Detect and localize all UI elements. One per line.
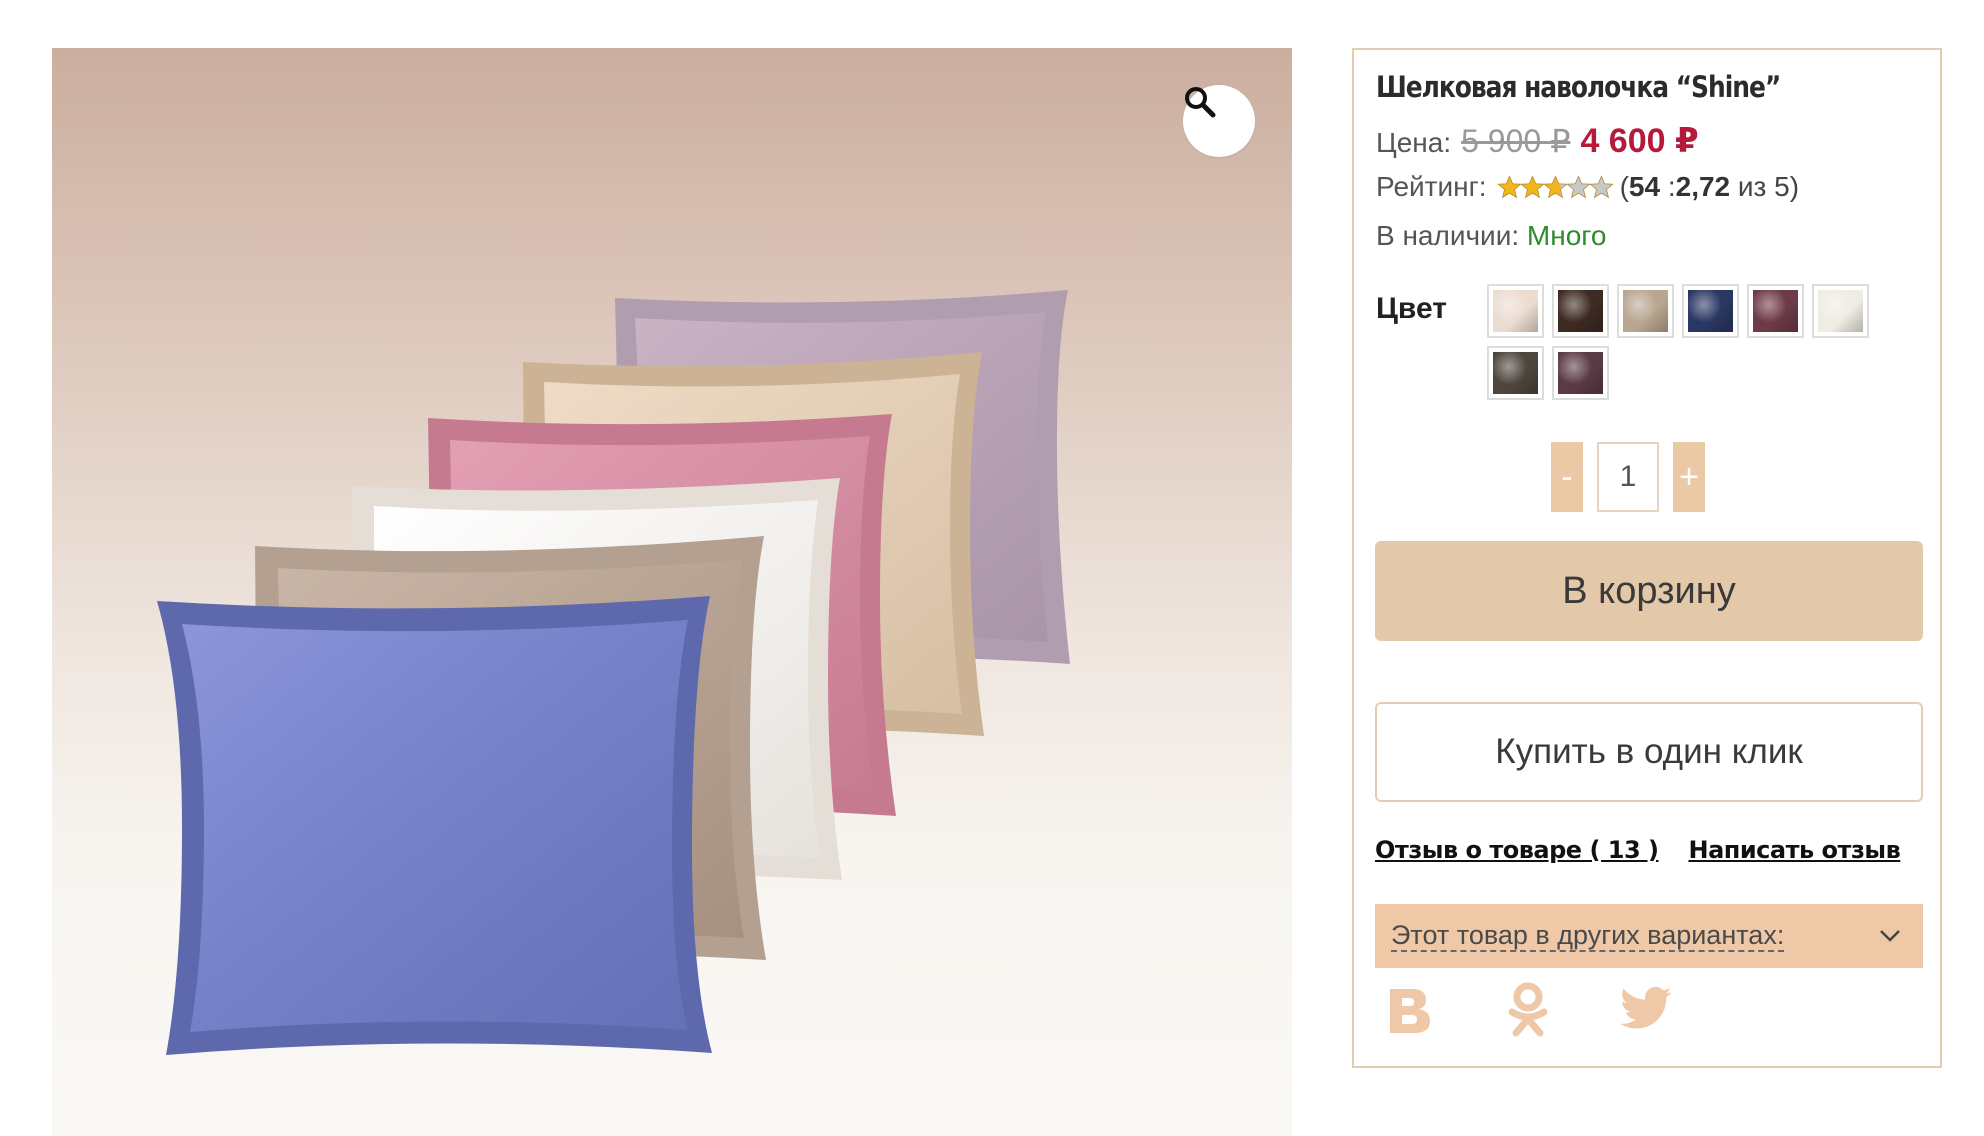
color-swatch[interactable] — [1552, 284, 1609, 338]
rating-votes: 54 — [1628, 171, 1661, 202]
color-swatches — [1487, 284, 1887, 400]
color-swatch[interactable] — [1812, 284, 1869, 338]
star-icon[interactable] — [1542, 174, 1568, 200]
rating-stars[interactable] — [1496, 174, 1614, 200]
rating-summary: (54 :2,72 из 5) — [1619, 171, 1800, 202]
star-icon[interactable] — [1588, 174, 1614, 200]
color-swatch[interactable] — [1682, 284, 1739, 338]
chevron-down-icon — [1880, 930, 1900, 942]
new-price: 4 600 ₽ — [1580, 122, 1699, 160]
rating-row: Рейтинг: (54 :2,72 из 5) — [1376, 171, 1799, 203]
buy-one-click-button[interactable]: Купить в один клик — [1375, 702, 1923, 802]
rating-score: 2,72 — [1675, 171, 1731, 202]
pillows-illustration — [157, 290, 1070, 1055]
stock-label: В наличии: — [1376, 220, 1520, 251]
quantity-stepper: - + — [1551, 442, 1705, 512]
stock-row: В наличии: Много — [1376, 220, 1606, 252]
odnoklassniki-icon[interactable] — [1498, 980, 1558, 1040]
add-to-cart-button[interactable]: В корзину — [1375, 541, 1923, 641]
vk-icon[interactable] — [1380, 980, 1440, 1040]
quantity-input[interactable] — [1597, 442, 1659, 512]
color-label: Цвет — [1376, 292, 1447, 325]
star-icon[interactable] — [1565, 174, 1591, 200]
color-swatch[interactable] — [1747, 284, 1804, 338]
zoom-button[interactable] — [1183, 85, 1255, 157]
product-title: Шелковая наволочка “Shine” — [1376, 70, 1781, 104]
star-icon[interactable] — [1519, 174, 1545, 200]
old-price: 5 900 ₽ — [1461, 123, 1571, 159]
color-swatch[interactable] — [1552, 346, 1609, 400]
write-review-link[interactable]: Написать отзыв — [1689, 836, 1901, 864]
twitter-icon[interactable] — [1616, 980, 1676, 1040]
color-swatch[interactable] — [1487, 346, 1544, 400]
social-share — [1380, 980, 1676, 1040]
pillow-blue — [157, 596, 712, 1055]
color-swatch[interactable] — [1487, 284, 1544, 338]
product-image[interactable] — [52, 48, 1292, 1136]
product-info-panel: Шелковая наволочка “Shine” Цена: 5 900 ₽… — [1352, 48, 1942, 1068]
price-label: Цена: — [1376, 127, 1452, 158]
stock-value: Много — [1526, 220, 1607, 251]
rating-label: Рейтинг: — [1376, 171, 1487, 202]
review-links: Отзыв о товаре ( 13 ) Написать отзыв — [1375, 836, 1901, 864]
quantity-increase-button[interactable]: + — [1673, 442, 1705, 512]
reviews-link[interactable]: Отзыв о товаре ( 13 ) — [1375, 836, 1659, 864]
other-variants-dropdown[interactable]: Этот товар в других вариантах: — [1375, 904, 1923, 968]
price-row: Цена: 5 900 ₽ 4 600 ₽ — [1376, 121, 1699, 161]
other-variants-label: Этот товар в других вариантах: — [1391, 920, 1785, 952]
color-swatch[interactable] — [1617, 284, 1674, 338]
magnifier-icon — [1185, 87, 1216, 118]
quantity-decrease-button[interactable]: - — [1551, 442, 1583, 512]
star-icon[interactable] — [1496, 174, 1522, 200]
